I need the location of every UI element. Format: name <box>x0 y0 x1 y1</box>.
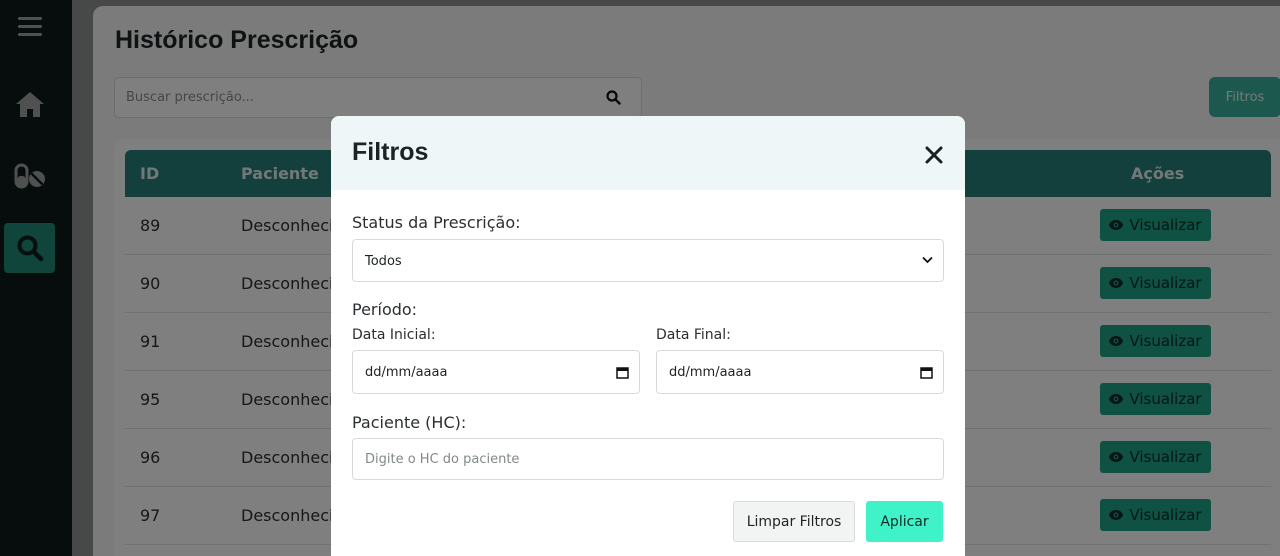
clear-filters-button[interactable]: Limpar Filtros <box>733 501 855 542</box>
status-label: Status da Prescrição: <box>352 213 521 232</box>
patient-hc-input[interactable]: Digite o HC do paciente <box>352 438 944 480</box>
chevron-down-icon <box>922 256 933 264</box>
start-date-value: dd/mm/aaaa <box>365 365 448 380</box>
calendar-icon[interactable] <box>920 366 933 379</box>
start-date-label: Data Inicial: <box>352 327 436 343</box>
end-date-input[interactable]: dd/mm/aaaa <box>656 350 944 394</box>
modal-header: Filtros <box>331 116 965 190</box>
status-select-value: Todos <box>365 254 402 269</box>
end-date-label: Data Final: <box>656 327 731 343</box>
status-select[interactable]: Todos <box>352 239 944 282</box>
close-icon[interactable] <box>923 144 945 166</box>
patient-hc-label: Paciente (HC): <box>352 413 467 432</box>
period-label: Período: <box>352 300 418 319</box>
apply-button[interactable]: Aplicar <box>866 501 943 542</box>
modal-title: Filtros <box>352 138 429 166</box>
filters-modal: Filtros Status da Prescrição: Todos Perí… <box>331 116 965 556</box>
end-date-value: dd/mm/aaaa <box>669 365 752 380</box>
calendar-icon[interactable] <box>616 366 629 379</box>
start-date-input[interactable]: dd/mm/aaaa <box>352 350 640 394</box>
patient-hc-placeholder: Digite o HC do paciente <box>365 452 520 467</box>
